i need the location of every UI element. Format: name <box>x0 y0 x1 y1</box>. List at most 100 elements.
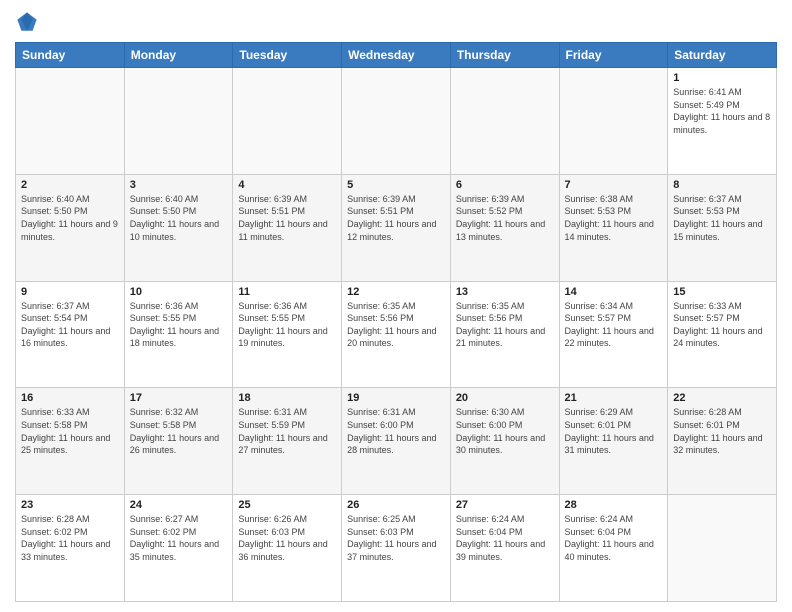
day-number: 13 <box>456 286 554 298</box>
calendar-cell: 12 Sunrise: 6:35 AM Sunset: 5:56 PM Dayli… <box>342 281 451 388</box>
day-info: Sunrise: 6:27 AM Sunset: 6:02 PM Dayligh… <box>130 513 228 563</box>
calendar-cell: 16 Sunrise: 6:33 AM Sunset: 5:58 PM Dayli… <box>16 388 125 495</box>
calendar-cell: 24 Sunrise: 6:27 AM Sunset: 6:02 PM Dayli… <box>124 495 233 602</box>
calendar-cell <box>124 68 233 175</box>
calendar-cell <box>450 68 559 175</box>
day-info: Sunrise: 6:30 AM Sunset: 6:00 PM Dayligh… <box>456 406 554 456</box>
day-number: 4 <box>238 179 336 191</box>
day-info: Sunrise: 6:37 AM Sunset: 5:54 PM Dayligh… <box>21 300 119 350</box>
weekday-header-tuesday: Tuesday <box>233 43 342 68</box>
day-info: Sunrise: 6:29 AM Sunset: 6:01 PM Dayligh… <box>565 406 663 456</box>
day-info: Sunrise: 6:36 AM Sunset: 5:55 PM Dayligh… <box>238 300 336 350</box>
day-number: 14 <box>565 286 663 298</box>
weekday-header-row: SundayMondayTuesdayWednesdayThursdayFrid… <box>16 43 777 68</box>
calendar-cell: 9 Sunrise: 6:37 AM Sunset: 5:54 PM Daylig… <box>16 281 125 388</box>
day-number: 10 <box>130 286 228 298</box>
calendar-cell: 11 Sunrise: 6:36 AM Sunset: 5:55 PM Dayli… <box>233 281 342 388</box>
page: SundayMondayTuesdayWednesdayThursdayFrid… <box>0 0 792 612</box>
day-number: 7 <box>565 179 663 191</box>
day-number: 26 <box>347 499 445 511</box>
day-number: 5 <box>347 179 445 191</box>
day-info: Sunrise: 6:24 AM Sunset: 6:04 PM Dayligh… <box>565 513 663 563</box>
logo <box>15 10 41 34</box>
day-info: Sunrise: 6:39 AM Sunset: 5:51 PM Dayligh… <box>347 193 445 243</box>
day-number: 24 <box>130 499 228 511</box>
day-info: Sunrise: 6:25 AM Sunset: 6:03 PM Dayligh… <box>347 513 445 563</box>
calendar-cell <box>233 68 342 175</box>
day-number: 20 <box>456 392 554 404</box>
day-info: Sunrise: 6:40 AM Sunset: 5:50 PM Dayligh… <box>130 193 228 243</box>
day-number: 17 <box>130 392 228 404</box>
day-number: 1 <box>673 72 771 84</box>
calendar-cell: 18 Sunrise: 6:31 AM Sunset: 5:59 PM Dayli… <box>233 388 342 495</box>
day-number: 3 <box>130 179 228 191</box>
weekday-header-friday: Friday <box>559 43 668 68</box>
day-number: 25 <box>238 499 336 511</box>
day-info: Sunrise: 6:35 AM Sunset: 5:56 PM Dayligh… <box>456 300 554 350</box>
day-info: Sunrise: 6:33 AM Sunset: 5:58 PM Dayligh… <box>21 406 119 456</box>
day-number: 22 <box>673 392 771 404</box>
calendar-cell: 28 Sunrise: 6:24 AM Sunset: 6:04 PM Dayli… <box>559 495 668 602</box>
day-number: 12 <box>347 286 445 298</box>
weekday-header-monday: Monday <box>124 43 233 68</box>
calendar-week-row: 2Sunrise: 6:40 AM Sunset: 5:50 PM Daylig… <box>16 174 777 281</box>
calendar-cell: 15 Sunrise: 6:33 AM Sunset: 5:57 PM Dayli… <box>668 281 777 388</box>
calendar-cell: 26 Sunrise: 6:25 AM Sunset: 6:03 PM Dayli… <box>342 495 451 602</box>
calendar-cell: 14 Sunrise: 6:34 AM Sunset: 5:57 PM Dayli… <box>559 281 668 388</box>
day-number: 18 <box>238 392 336 404</box>
calendar-cell: 6 Sunrise: 6:39 AM Sunset: 5:52 PM Daylig… <box>450 174 559 281</box>
weekday-header-wednesday: Wednesday <box>342 43 451 68</box>
day-info: Sunrise: 6:28 AM Sunset: 6:02 PM Dayligh… <box>21 513 119 563</box>
calendar-cell: 27 Sunrise: 6:24 AM Sunset: 6:04 PM Dayli… <box>450 495 559 602</box>
calendar-cell: 10 Sunrise: 6:36 AM Sunset: 5:55 PM Dayli… <box>124 281 233 388</box>
day-info: Sunrise: 6:28 AM Sunset: 6:01 PM Dayligh… <box>673 406 771 456</box>
calendar-cell: 1Sunrise: 6:41 AM Sunset: 5:49 PM Daylig… <box>668 68 777 175</box>
day-info: Sunrise: 6:33 AM Sunset: 5:57 PM Dayligh… <box>673 300 771 350</box>
day-info: Sunrise: 6:37 AM Sunset: 5:53 PM Dayligh… <box>673 193 771 243</box>
day-info: Sunrise: 6:36 AM Sunset: 5:55 PM Dayligh… <box>130 300 228 350</box>
day-info: Sunrise: 6:31 AM Sunset: 6:00 PM Dayligh… <box>347 406 445 456</box>
weekday-header-sunday: Sunday <box>16 43 125 68</box>
day-number: 6 <box>456 179 554 191</box>
calendar-table: SundayMondayTuesdayWednesdayThursdayFrid… <box>15 42 777 602</box>
calendar-cell: 3 Sunrise: 6:40 AM Sunset: 5:50 PM Daylig… <box>124 174 233 281</box>
calendar-week-row: 9 Sunrise: 6:37 AM Sunset: 5:54 PM Daylig… <box>16 281 777 388</box>
calendar-cell: 8 Sunrise: 6:37 AM Sunset: 5:53 PM Daylig… <box>668 174 777 281</box>
calendar-week-row: 23 Sunrise: 6:28 AM Sunset: 6:02 PM Dayli… <box>16 495 777 602</box>
calendar-week-row: 16 Sunrise: 6:33 AM Sunset: 5:58 PM Dayli… <box>16 388 777 495</box>
calendar-cell <box>16 68 125 175</box>
day-number: 28 <box>565 499 663 511</box>
day-number: 9 <box>21 286 119 298</box>
calendar-cell <box>342 68 451 175</box>
calendar-cell: 22 Sunrise: 6:28 AM Sunset: 6:01 PM Dayli… <box>668 388 777 495</box>
day-number: 21 <box>565 392 663 404</box>
day-number: 15 <box>673 286 771 298</box>
logo-icon <box>15 10 39 34</box>
calendar-cell: 2Sunrise: 6:40 AM Sunset: 5:50 PM Daylig… <box>16 174 125 281</box>
calendar-cell: 20 Sunrise: 6:30 AM Sunset: 6:00 PM Dayli… <box>450 388 559 495</box>
day-info: Sunrise: 6:34 AM Sunset: 5:57 PM Dayligh… <box>565 300 663 350</box>
day-info: Sunrise: 6:24 AM Sunset: 6:04 PM Dayligh… <box>456 513 554 563</box>
calendar-cell: 25 Sunrise: 6:26 AM Sunset: 6:03 PM Dayli… <box>233 495 342 602</box>
day-info: Sunrise: 6:35 AM Sunset: 5:56 PM Dayligh… <box>347 300 445 350</box>
calendar-cell: 23 Sunrise: 6:28 AM Sunset: 6:02 PM Dayli… <box>16 495 125 602</box>
day-info: Sunrise: 6:26 AM Sunset: 6:03 PM Dayligh… <box>238 513 336 563</box>
day-number: 11 <box>238 286 336 298</box>
header <box>15 10 777 34</box>
day-info: Sunrise: 6:31 AM Sunset: 5:59 PM Dayligh… <box>238 406 336 456</box>
day-number: 16 <box>21 392 119 404</box>
calendar-cell <box>668 495 777 602</box>
weekday-header-saturday: Saturday <box>668 43 777 68</box>
day-number: 27 <box>456 499 554 511</box>
day-info: Sunrise: 6:38 AM Sunset: 5:53 PM Dayligh… <box>565 193 663 243</box>
calendar-cell: 7 Sunrise: 6:38 AM Sunset: 5:53 PM Daylig… <box>559 174 668 281</box>
calendar-cell: 19Sunrise: 6:31 AM Sunset: 6:00 PM Dayli… <box>342 388 451 495</box>
calendar-cell: 5 Sunrise: 6:39 AM Sunset: 5:51 PM Daylig… <box>342 174 451 281</box>
calendar-cell: 4Sunrise: 6:39 AM Sunset: 5:51 PM Daylig… <box>233 174 342 281</box>
day-number: 23 <box>21 499 119 511</box>
day-info: Sunrise: 6:39 AM Sunset: 5:52 PM Dayligh… <box>456 193 554 243</box>
calendar-week-row: 1Sunrise: 6:41 AM Sunset: 5:49 PM Daylig… <box>16 68 777 175</box>
calendar-cell: 21 Sunrise: 6:29 AM Sunset: 6:01 PM Dayli… <box>559 388 668 495</box>
day-number: 8 <box>673 179 771 191</box>
calendar-cell <box>559 68 668 175</box>
